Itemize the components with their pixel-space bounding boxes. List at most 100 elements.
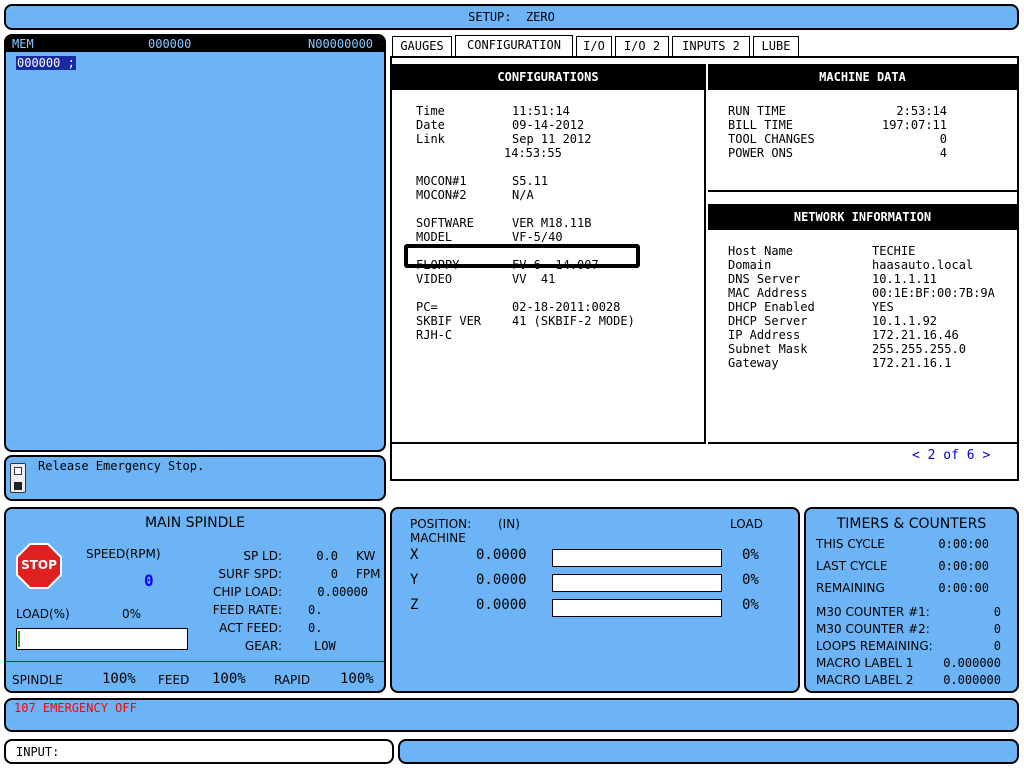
tab-content: CONFIGURATIONS Time 11:51:14 Date 09-14-201… [390, 56, 1019, 481]
network-key: Domain [728, 258, 772, 272]
config-key: MODEL [416, 230, 453, 244]
config-value: VER M18.11B [512, 216, 592, 230]
counter-label: M30 COUNTER #2: [816, 622, 930, 636]
config-value: Sep 11 2012 [512, 132, 592, 146]
tab-inputs-2[interactable]: INPUTS 2 [672, 36, 750, 56]
program-panel[interactable]: MEM 000000 N00000000 000000 ; [4, 34, 386, 452]
program-line[interactable]: 000000 ; [16, 56, 76, 70]
network-value: 00:1E:BF:00:7B:9A [872, 286, 995, 300]
machine-data-key: POWER ONS [728, 146, 794, 160]
configurations-box: CONFIGURATIONS Time 11:51:14 Date 09-14-201… [392, 64, 706, 444]
network-key: DHCP Server [728, 314, 808, 328]
tab-io-label: I/O [583, 39, 605, 53]
stop-button[interactable]: STOP [16, 543, 62, 589]
program-mode: MEM [12, 37, 34, 51]
position-subtitle: MACHINE [410, 531, 466, 545]
config-value: N/A [512, 188, 534, 202]
network-value: TECHIE [872, 244, 916, 258]
axis-load-value: 0% [742, 597, 759, 613]
timer-value: 0:00:00 [938, 537, 989, 551]
config-key: SOFTWARE [416, 216, 474, 230]
program-cursor-line: 000000 ; [16, 56, 76, 70]
machine-data-key: TOOL CHANGES [728, 132, 815, 146]
status-message: Release Emergency Stop. [38, 459, 205, 473]
network-value: 10.1.1.92 [872, 314, 938, 328]
machine-data-value: 0 [939, 132, 947, 146]
override-value: 100% [340, 671, 374, 687]
speed-label: SPEED(RPM) [86, 547, 161, 561]
spindle-param-key: SURF SPD: [218, 567, 282, 581]
axis-load-value: 0% [742, 572, 759, 588]
override-value: 100% [102, 671, 136, 687]
config-key: Time [416, 104, 445, 118]
title-bar: SETUP: ZERO [4, 4, 1019, 30]
timer-label: LAST CYCLE [816, 559, 888, 573]
timer-label: REMAINING [816, 581, 885, 595]
tab-gauges[interactable]: GAUGES [392, 36, 452, 56]
spindle-param-key: CHIP LOAD: [213, 585, 282, 599]
config-value: 14:53:55 [504, 146, 562, 160]
spindle-param-key: FEED RATE: [212, 603, 282, 617]
sequence-number: N00000000 [308, 37, 374, 51]
program-header: MEM 000000 N00000000 [6, 36, 384, 52]
tab-lube[interactable]: LUBE [753, 36, 799, 56]
axis-label: X [410, 547, 419, 563]
speed-value: 0 [144, 571, 154, 590]
counter-value: 0.000000 [943, 673, 1001, 687]
load-value: 0% [122, 607, 142, 621]
spindle-param-key: SP LD: [243, 549, 282, 563]
machine-data-header: MACHINE DATA [708, 64, 1017, 90]
tab-configuration-label: CONFIGURATION [467, 38, 561, 52]
position-title: POSITION: [410, 517, 472, 531]
spindle-load-bar-marker [18, 631, 20, 647]
config-key: Date [416, 118, 445, 132]
tab-io[interactable]: I/O [576, 36, 612, 56]
message-panel: Release Emergency Stop. [4, 455, 386, 501]
counter-label: MACRO LABEL 1 [816, 656, 914, 670]
program-number: 000000 [148, 37, 192, 51]
main-spindle-panel: MAIN SPINDLE STOP SPEED(RPM) 0 LOAD(%) 0… [4, 507, 386, 693]
tab-io-2-label: I/O 2 [623, 39, 661, 53]
config-value: 09-14-2012 [512, 118, 585, 132]
main-spindle-title: MAIN SPINDLE [144, 515, 246, 531]
config-key: SKBIF VER [416, 314, 482, 328]
input-label: INPUT: [16, 745, 60, 759]
override-divider [6, 661, 384, 662]
config-key: VIDEO [416, 272, 453, 286]
config-key: PC= [416, 300, 438, 314]
config-value: 11:51:14 [512, 104, 570, 118]
counter-value: 0.000000 [943, 656, 1001, 670]
config-value: 02-18-2011:0028 [512, 300, 621, 314]
spindle-param-value: 0. [308, 603, 323, 617]
screen-title: SETUP: ZERO [468, 10, 555, 24]
network-value: haasauto.local [872, 258, 974, 272]
spindle-param-key: ACT FEED: [219, 621, 282, 635]
tab-io-2[interactable]: I/O 2 [615, 36, 669, 56]
override-label: SPINDLE [12, 673, 63, 687]
spindle-param-value: LOW [314, 639, 336, 653]
override-label: RAPID [274, 673, 311, 687]
axis-load-bar [552, 549, 722, 567]
input-field[interactable]: INPUT: [4, 739, 394, 764]
network-value: YES [872, 300, 894, 314]
tab-configuration[interactable]: CONFIGURATION [455, 35, 573, 57]
network-value: 172.21.16.1 [872, 356, 952, 370]
stop-button-label: STOP [21, 558, 57, 572]
position-unit: (IN) [498, 517, 520, 531]
override-value: 100% [212, 671, 246, 687]
config-value: VV 41 [512, 272, 556, 286]
timer-value: 0:00:00 [938, 559, 989, 573]
machine-data-box: MACHINE DATA RUN TIME 2:53:14 BILL TIME 197… [708, 64, 1017, 192]
machine-data-key: RUN TIME [728, 104, 786, 118]
counter-value: 0 [993, 639, 1001, 653]
spindle-param-value: 0.00000 [317, 585, 368, 599]
network-key: IP Address [728, 328, 801, 342]
network-value: 172.21.16.46 [872, 328, 959, 342]
axis-label: Z [410, 597, 419, 613]
page-indicator[interactable]: < 2 of 6 > [912, 448, 990, 463]
config-value: VF-5/40 [512, 230, 563, 244]
load-label: LOAD(%) [16, 607, 70, 621]
axis-value: 0.0000 [476, 597, 527, 613]
axis-load-bar [552, 599, 722, 617]
axis-label: Y [410, 572, 419, 588]
